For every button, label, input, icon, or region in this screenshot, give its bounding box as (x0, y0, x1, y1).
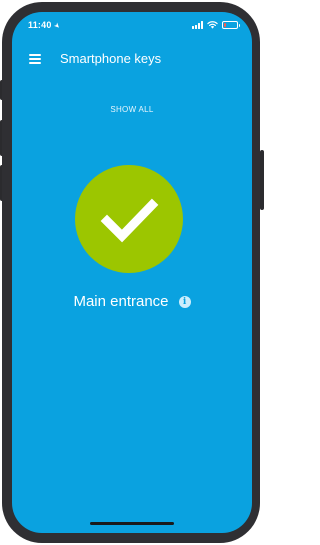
page-title: Smartphone keys (60, 51, 162, 66)
status-time-group: 11:40➤ (28, 20, 61, 31)
cellular-signal-icon (192, 21, 203, 29)
door-row: Main entrance i (12, 293, 252, 310)
phone-device: 11:40➤ Smartphone keys SHOW ALL Main ent… (0, 0, 264, 545)
info-icon[interactable]: i (178, 295, 191, 308)
door-name: Main entrance (73, 293, 169, 310)
status-bar: 11:40➤ (12, 12, 252, 36)
battery-low-icon (222, 21, 240, 29)
app-screen: 11:40➤ Smartphone keys SHOW ALL Main ent… (12, 12, 252, 533)
location-arrow-icon: ➤ (51, 21, 61, 31)
status-indicators (192, 21, 240, 29)
battery-level-fill (224, 23, 226, 27)
app-header: Smartphone keys (12, 48, 252, 72)
power-button (260, 150, 264, 210)
show-all-button[interactable]: SHOW ALL (12, 105, 252, 114)
wifi-icon (207, 21, 218, 29)
unlock-status-button[interactable] (75, 165, 183, 273)
hamburger-menu-icon[interactable] (29, 54, 41, 64)
home-indicator[interactable] (90, 522, 174, 525)
checkmark-icon (100, 198, 159, 243)
status-time: 11:40 (28, 20, 52, 30)
